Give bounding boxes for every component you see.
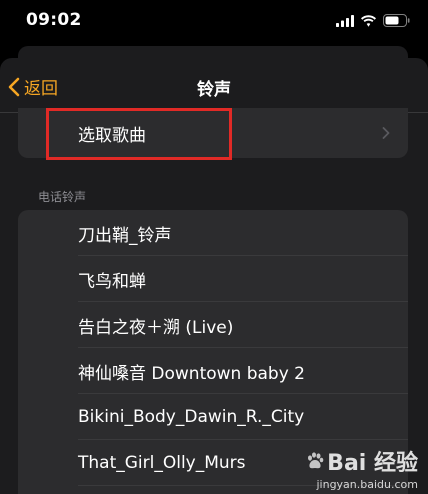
- baidu-jingyan-watermark: Bai 经验 jingyan.baidu.com: [305, 445, 418, 491]
- ringtone-label: 刀出鞘_铃声: [78, 225, 172, 246]
- watermark-brand: Bai 经验: [305, 445, 418, 477]
- ringtone-screen: 09:02 返回 铃声 选取歌曲 电话铃声 刀出鞘_铃声 飞鸟和蝉 告白之夜＋溯…: [0, 0, 428, 494]
- watermark-url: jingyan.baidu.com: [316, 478, 418, 491]
- status-bar: 09:02: [0, 0, 428, 44]
- wifi-icon: [361, 14, 376, 27]
- ringtone-item[interactable]: 告白之夜＋溯 (Live): [18, 302, 408, 348]
- ringtone-item[interactable]: 刀出鞘_铃声: [18, 210, 408, 256]
- page-title: 铃声: [197, 80, 231, 100]
- section-header-ringtones: 电话铃声: [38, 190, 87, 204]
- status-icons: [336, 14, 410, 27]
- ringtone-label: Bikini_Body_Dawin_R._City: [78, 407, 305, 427]
- status-time: 09:02: [26, 10, 82, 30]
- battery-icon: [383, 14, 410, 27]
- navigation-bar: 返回 铃声: [0, 58, 428, 112]
- ringtone-label: 飞鸟和蝉: [78, 271, 146, 292]
- cellular-signal-icon: [336, 14, 354, 27]
- ringtone-item[interactable]: 神仙嗓音 Downtown baby 2: [18, 348, 408, 394]
- ringtone-label: That_Girl_Olly_Murs: [78, 453, 246, 473]
- highlight-annotation: [46, 108, 232, 160]
- chevron-right-icon: [382, 127, 390, 139]
- ringtone-item[interactable]: 飞鸟和蝉: [18, 256, 408, 302]
- ringtone-label: 告白之夜＋溯 (Live): [78, 317, 234, 338]
- watermark-brand-text: Bai 经验: [327, 451, 418, 476]
- ringtone-label: 神仙嗓音 Downtown baby 2: [78, 363, 306, 384]
- ringtone-item[interactable]: Bikini_Body_Dawin_R._City: [18, 394, 408, 440]
- paw-logo-icon: [308, 452, 324, 469]
